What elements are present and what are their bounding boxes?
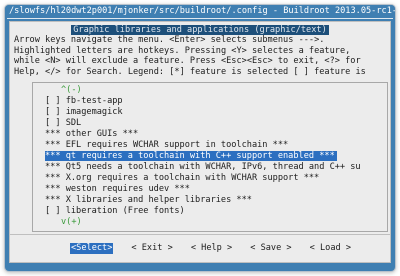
menu-item-other-guis[interactable]: *** other GUIs *** (45, 129, 138, 139)
scroll-down-indicator: v(+) (61, 217, 82, 227)
terminal-title: /slowfs/hl20dwt2p001/mjonker/src/buildro… (5, 5, 395, 17)
button-divider (10, 234, 390, 235)
menu-item-qt-selected[interactable]: *** qt requires a toolchain with C++ sup… (45, 151, 337, 161)
menu-item-efl[interactable]: *** EFL requires WCHAR support in toolch… (45, 140, 288, 150)
menu-item-sdl[interactable]: [ ] SDL (45, 118, 81, 128)
help-line: Help, </> for Search. Legend: [*] featur… (14, 66, 366, 77)
help-button[interactable]: < Help > (191, 243, 232, 254)
help-line: while <N> will exclude a feature. Press … (14, 56, 361, 66)
help-text: Arrow keys navigate the menu. <Enter> se… (14, 35, 388, 77)
menu-item-x-libraries[interactable]: *** X libraries and helper libraries *** (45, 195, 252, 205)
load-button[interactable]: < Load > (310, 243, 351, 254)
menu-item-xorg[interactable]: *** X.org requires a toolchain with WCHA… (45, 173, 319, 183)
menu-item-imagemagick[interactable]: [ ] imagemagick (45, 107, 123, 117)
select-button[interactable]: <Select> (70, 243, 114, 254)
menu-item-fb-test-app[interactable]: [ ] fb-test-app (45, 96, 123, 106)
dialog-title: Graphic libraries and applications (grap… (71, 25, 329, 35)
title-divider (7, 18, 393, 19)
help-line: Arrow keys navigate the menu. <Enter> se… (14, 35, 325, 45)
terminal-window: /slowfs/hl20dwt2p001/mjonker/src/buildro… (4, 4, 396, 272)
menu-item-liberation[interactable]: [ ] liberation (Free fonts) (45, 206, 185, 216)
menu-item-qt5[interactable]: *** Qt5 needs a toolchain with WCHAR, IP… (45, 162, 361, 172)
help-line: Highlighted letters are hotkeys. Pressin… (14, 45, 351, 56)
exit-button[interactable]: < Exit > (131, 243, 172, 254)
menu-list[interactable]: ^(-) [ ] fb-test-app [ ] imagemagick [ ]… (32, 82, 388, 232)
button-bar: <Select> < Exit > < Help > < Save > < Load > (70, 243, 369, 254)
save-button[interactable]: < Save > (250, 243, 291, 254)
menuconfig-dialog: Graphic libraries and applications (grap… (9, 21, 391, 263)
scroll-up-indicator: ^(-) (61, 85, 82, 95)
menu-item-weston[interactable]: *** weston requires udev *** (45, 184, 190, 194)
dialog-title-bar: Graphic libraries and applications (grap… (10, 25, 390, 35)
